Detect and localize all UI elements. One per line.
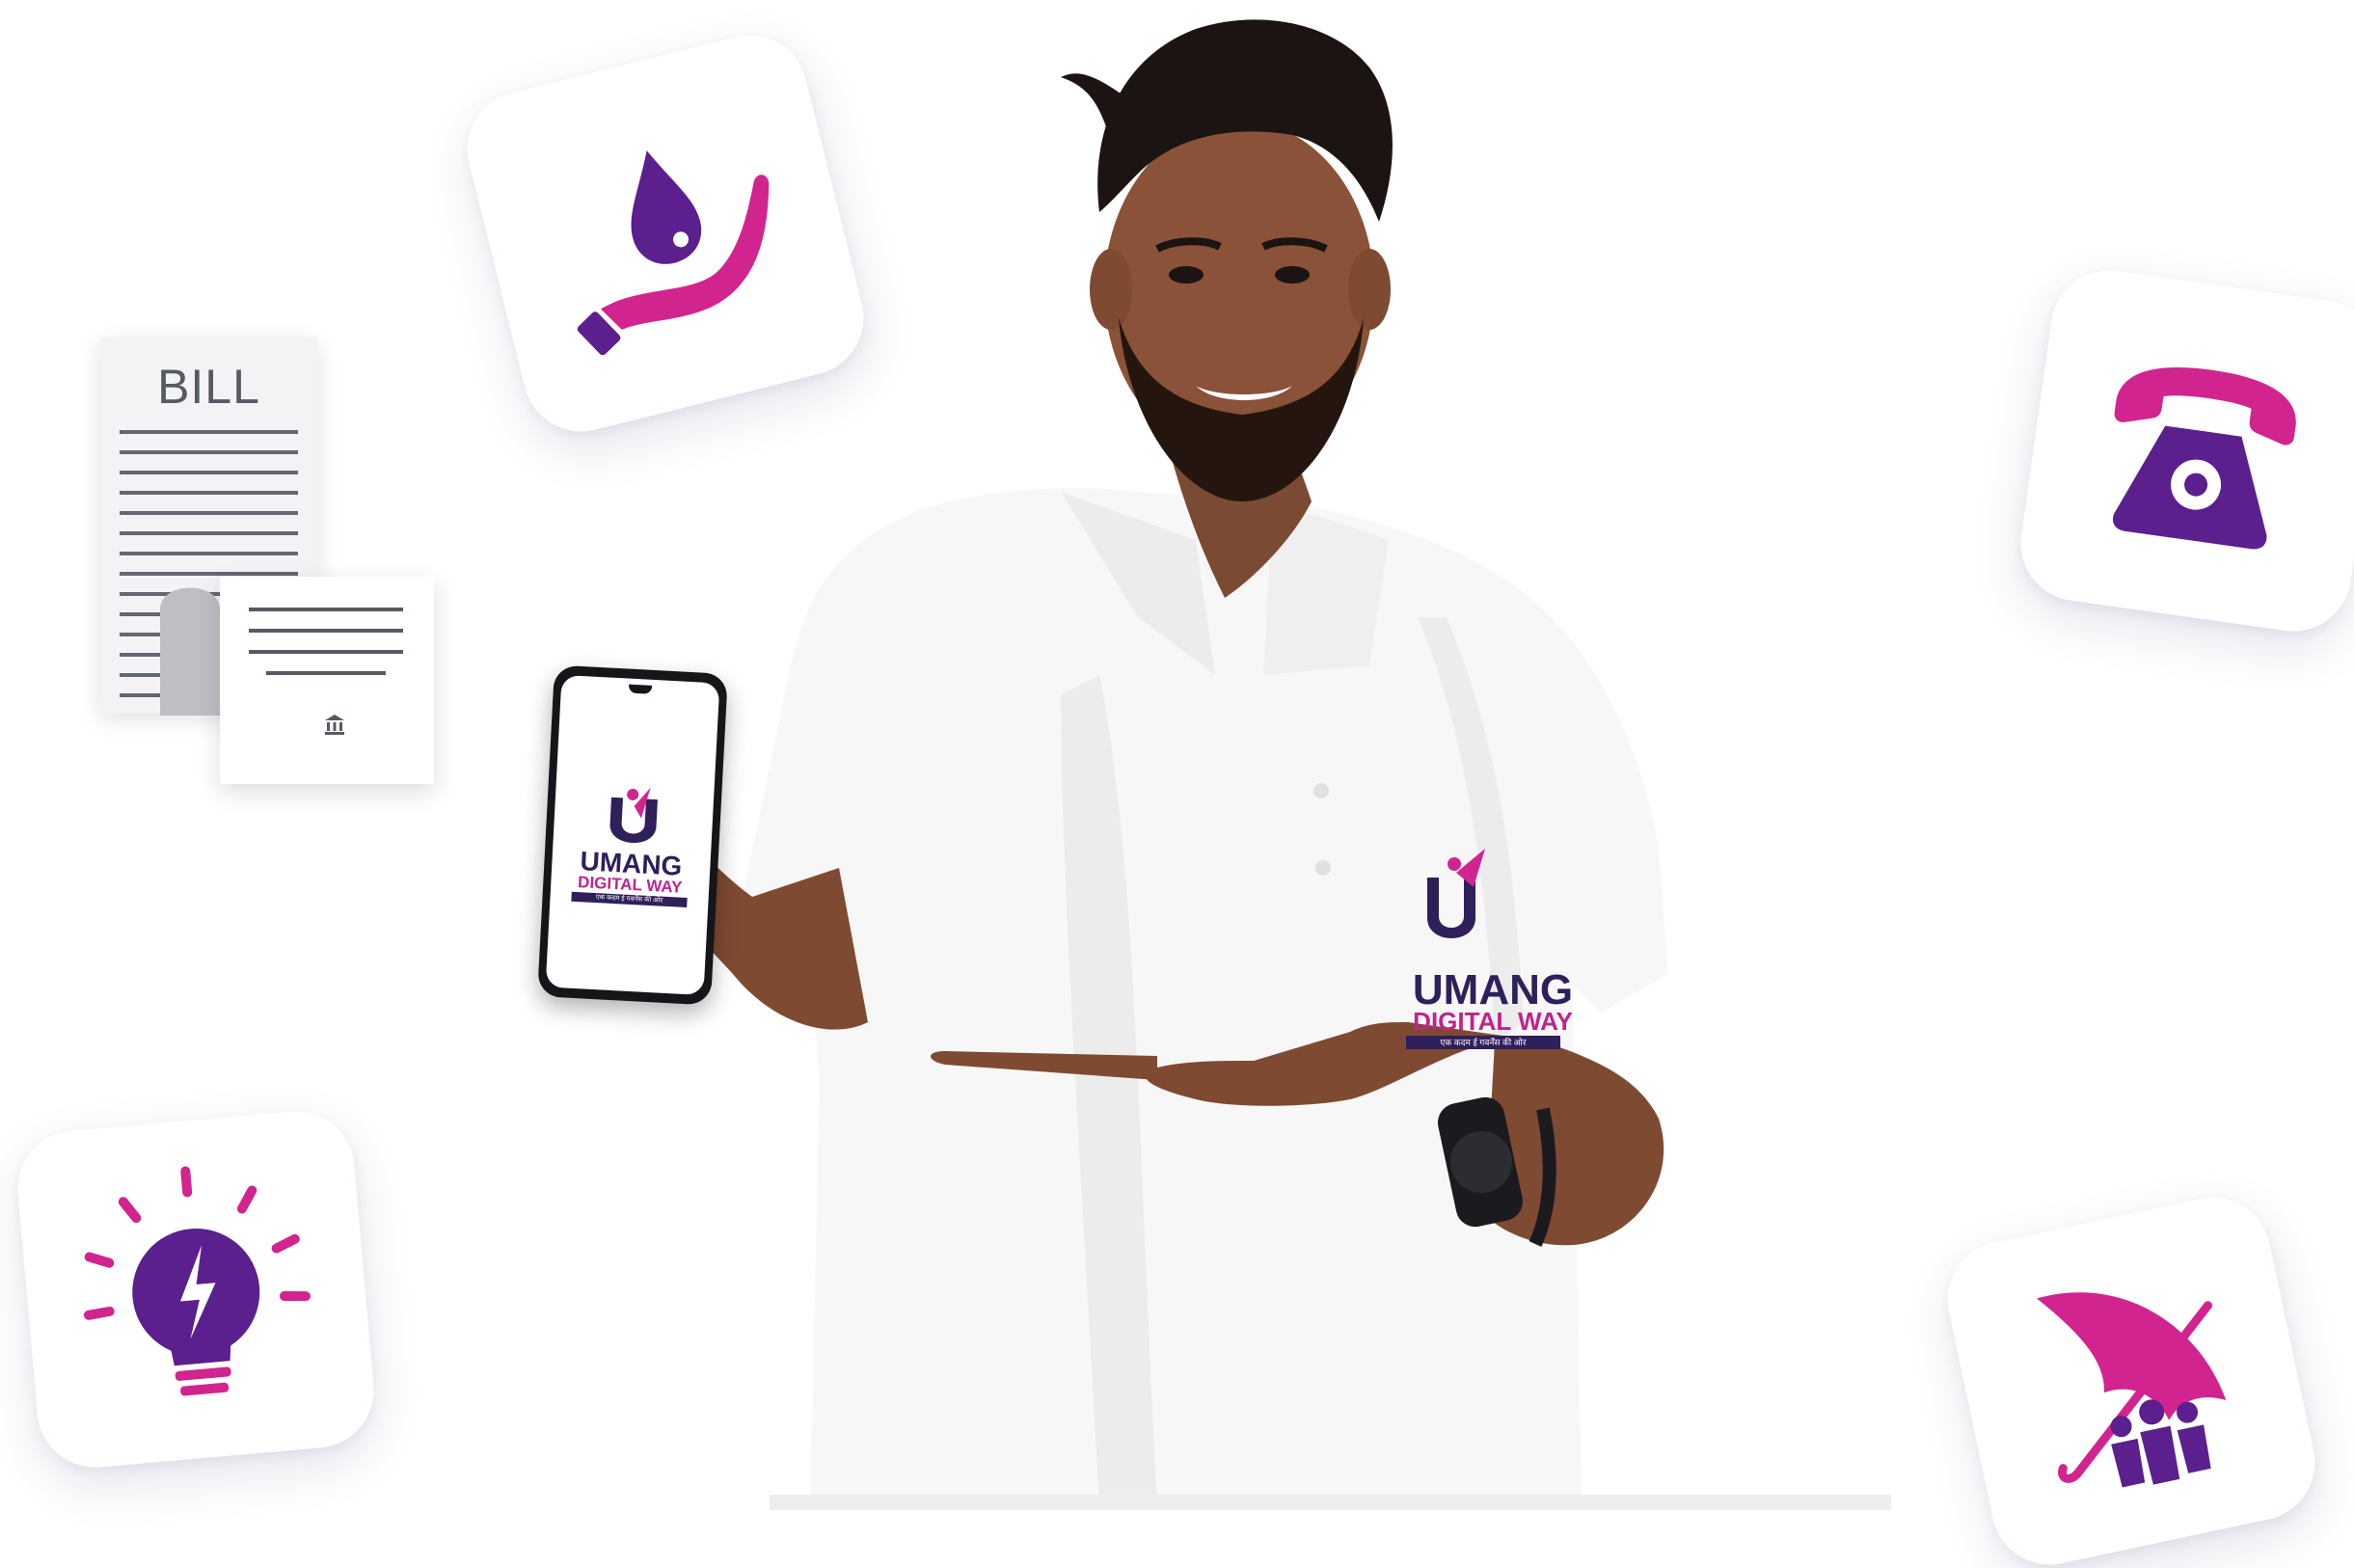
umang-logo-icon [609,787,658,843]
insurance-service-tile [1936,1186,2326,1568]
lightbulb-bolt-icon [83,1166,311,1396]
bill-title: BILL [157,360,260,414]
shirt-logo-subtitle: DIGITAL WAY [1413,1007,1573,1036]
bank-icon [325,715,344,735]
telephone-service-tile [2013,262,2354,639]
fingerprint-shape [160,587,220,716]
smartphone: UMANG DIGITAL WAY एक कदम ई गवर्नेंस की ओ… [537,664,728,1006]
electricity-service-tile [13,1106,379,1473]
man-holding-phone [559,19,1668,1504]
phone-notch [628,684,653,694]
phone-screen: UMANG DIGITAL WAY एक कदम ई गवर्नेंस की ओ… [545,674,720,996]
base-line [770,1495,1891,1510]
telephone-icon [2113,367,2296,550]
receipt-document [220,577,434,784]
shirt-logo-name: UMANG [1412,966,1574,1014]
umbrella-family-icon [2037,1292,2227,1488]
shirt-logo-tagline: एक कदम ई गवर्नेंस की ओर [1406,1036,1560,1049]
